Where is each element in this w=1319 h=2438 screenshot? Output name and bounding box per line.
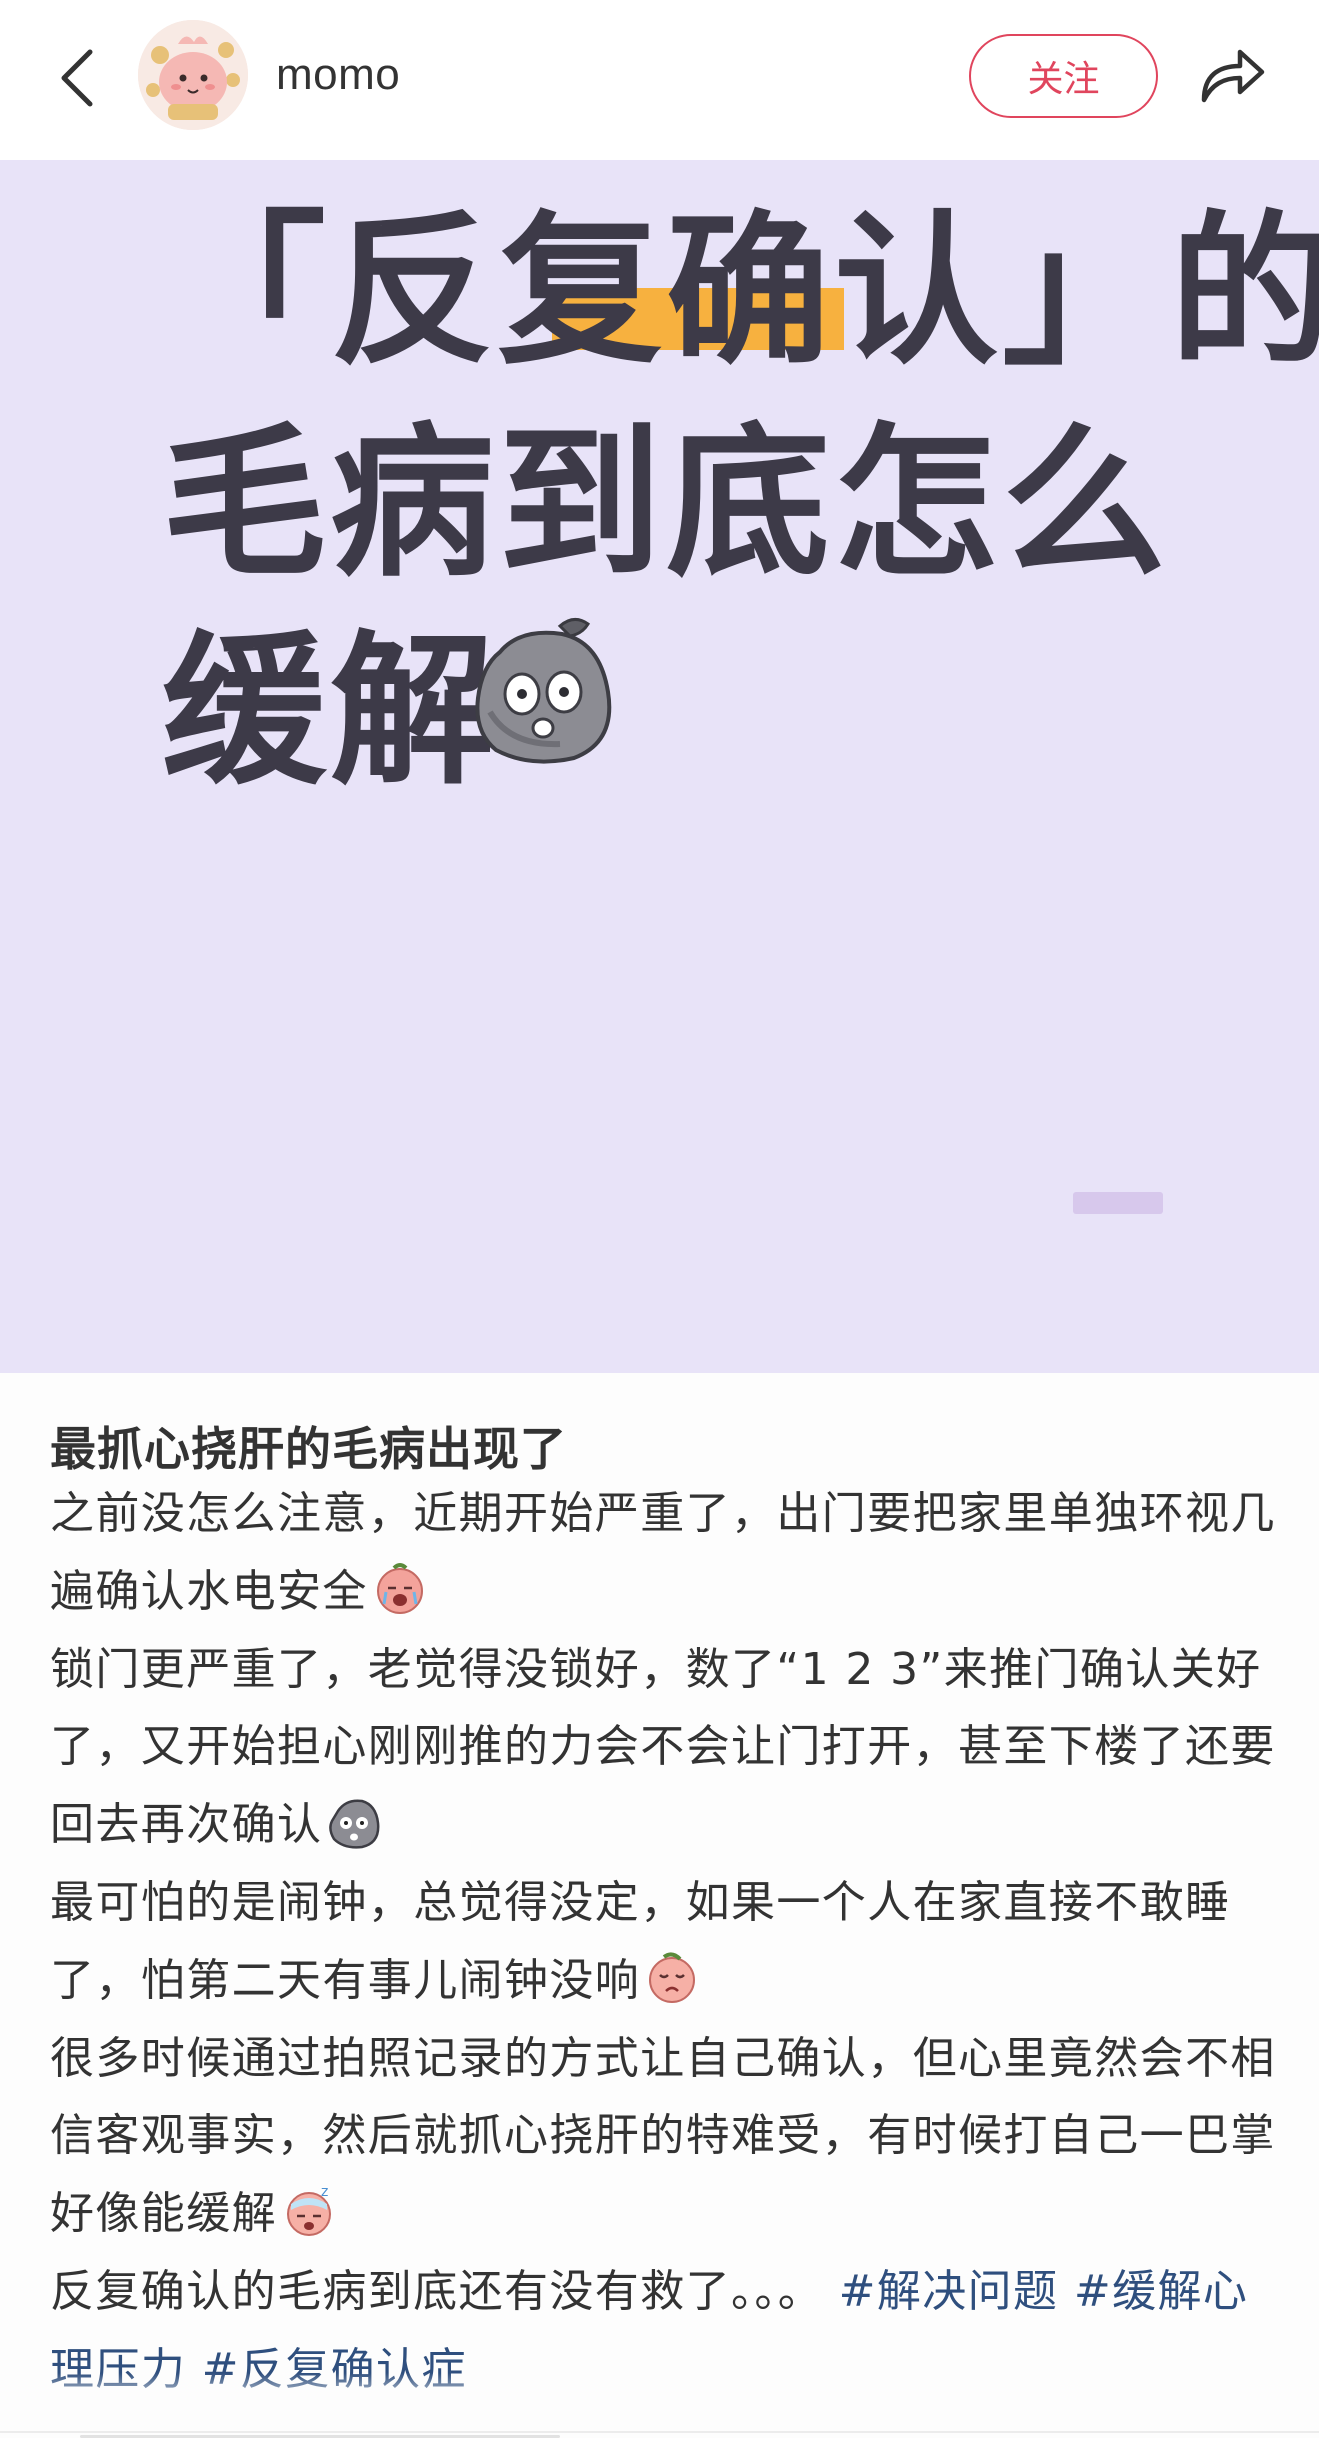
sleepy-peach-emoji: z bbox=[287, 2184, 331, 2237]
chevron-left-icon bbox=[61, 49, 93, 107]
avatar[interactable] bbox=[138, 20, 248, 130]
paragraph-text: 反复确认的毛病到底还有没有救了。。。 bbox=[50, 2265, 824, 2317]
paragraph-text: 最可怕的是闹钟，总觉得没定，如果一个人在家直接不敢睡了，怕第二天有事儿闹钟没响 bbox=[50, 1876, 1231, 2006]
text-fade-overlay bbox=[0, 2373, 1319, 2438]
share-button[interactable] bbox=[1196, 40, 1268, 112]
cover-title-line-2: 毛病到底怎么 bbox=[162, 408, 1171, 599]
divider bbox=[0, 2431, 1319, 2433]
page-indicator bbox=[1073, 1192, 1163, 1214]
sad-peach-emoji bbox=[649, 1952, 696, 2003]
rock-face-emoji bbox=[329, 1799, 380, 1849]
hashtag-link[interactable]: #解决问题 bbox=[839, 2266, 1059, 2317]
paragraph-1: 之前没怎么注意，近期开始严重了，出门要把家里单独环视几遍确认水电安全 bbox=[50, 1475, 1280, 1631]
paragraph-text: 之前没怎么注意，近期开始严重了，出门要把家里单独环视几遍确认水电安全 bbox=[50, 1488, 1276, 1617]
cover-image[interactable]: 「反复确认」的 毛病到底怎么 缓解 bbox=[0, 160, 1319, 1373]
post-title: 最抓心挠肝的毛病出现了 bbox=[50, 1422, 567, 1476]
paragraph-2: 锁门更严重了，老觉得没锁好，数了“1 2 3”来推门确认关好了，又开始担心刚刚推… bbox=[50, 1631, 1280, 1864]
post-content: 最抓心挠肝的毛病出现了 之前没怎么注意，近期开始严重了，出门要把家里单独环视几遍… bbox=[0, 1373, 1319, 2438]
paragraph-4: 很多时候通过拍照记录的方式让自己确认，但心里竟然会不相信客观事实，然后就抓心挠肝… bbox=[50, 2020, 1280, 2253]
top-bar: momo 关注 bbox=[0, 0, 1319, 160]
cover-title-line-1: 「反复确认」的 bbox=[162, 196, 1319, 387]
paragraph-text: 锁门更严重了，老觉得没锁好，数了“1 2 3”来推门确认关好了，又开始担心刚刚推… bbox=[50, 1643, 1276, 1851]
cover-title-line-3: 缓解 bbox=[162, 616, 499, 807]
svg-text:z: z bbox=[321, 2184, 330, 2200]
share-arrow-icon bbox=[1201, 49, 1265, 103]
paragraph-text: 很多时候通过拍照记录的方式让自己确认，但心里竟然会不相信客观事实，然后就抓心挠肝… bbox=[50, 2032, 1276, 2240]
rock-face-emoji bbox=[475, 618, 612, 764]
back-button[interactable] bbox=[50, 38, 110, 118]
crying-peach-emoji bbox=[376, 1562, 423, 1614]
author-name[interactable]: momo bbox=[276, 50, 400, 100]
follow-button[interactable]: 关注 bbox=[969, 34, 1158, 118]
post-body: 之前没怎么注意，近期开始严重了，出门要把家里单独环视几遍确认水电安全 锁门更严重… bbox=[50, 1475, 1280, 2409]
cartoon-avatar-image bbox=[138, 20, 248, 130]
paragraph-3: 最可怕的是闹钟，总觉得没定，如果一个人在家直接不敢睡了，怕第二天有事儿闹钟没响 bbox=[50, 1864, 1280, 2020]
